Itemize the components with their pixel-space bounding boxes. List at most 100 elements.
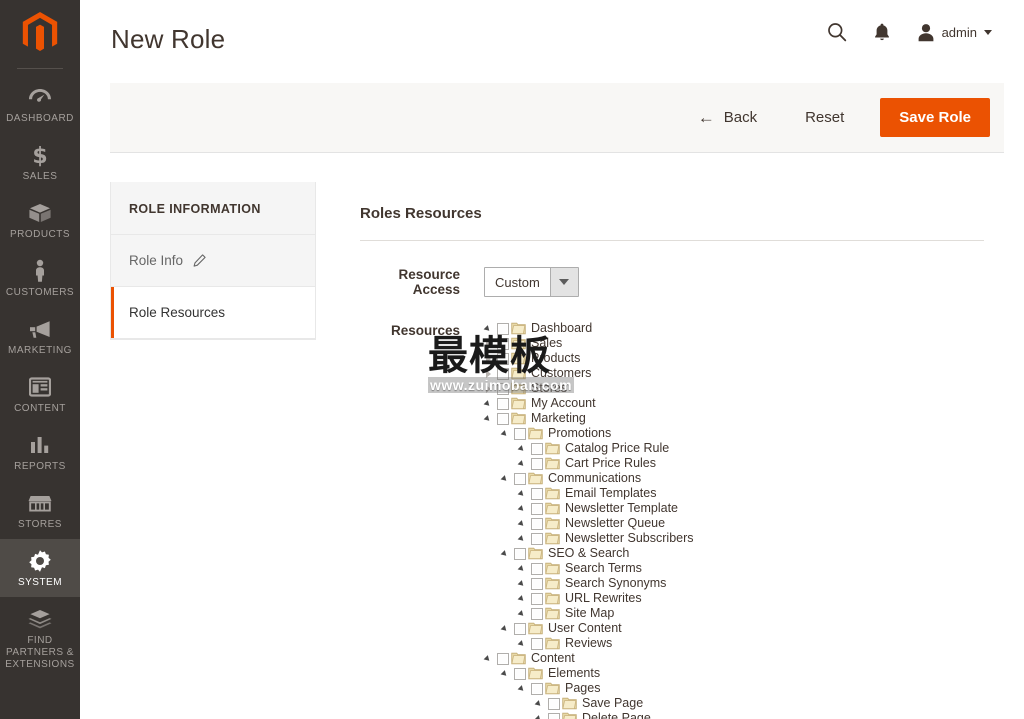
tree-expand-open-icon[interactable] [518,684,528,694]
tree-node[interactable]: Stores [484,381,694,396]
tree-node[interactable]: Content [484,651,694,666]
tree-node[interactable]: Site Map [484,606,694,621]
tree-expand-open-icon[interactable] [535,714,545,719]
tree-checkbox[interactable] [497,352,509,365]
tree-expand-open-icon[interactable] [518,444,528,454]
tree-node[interactable]: Newsletter Queue [484,516,694,531]
tree-checkbox[interactable] [497,367,509,380]
sidebar-item-find-partners-extensions[interactable]: FIND PARTNERS & EXTENSIONS [0,597,80,679]
tree-expand-closed-icon[interactable] [484,384,494,394]
sidebar-item-content[interactable]: CONTENT [0,365,80,423]
tree-node[interactable]: URL Rewrites [484,591,694,606]
tree-expand-open-icon[interactable] [518,564,528,574]
tree-checkbox[interactable] [548,712,560,719]
tree-expand-closed-icon[interactable] [484,339,494,349]
sidebar-item-role-resources[interactable]: Role Resources [111,287,315,339]
tree-expand-open-icon[interactable] [518,504,528,514]
tree-expand-open-icon[interactable] [501,669,511,679]
tree-expand-open-icon[interactable] [501,624,511,634]
tree-expand-open-icon[interactable] [518,609,528,619]
tree-node[interactable]: Newsletter Template [484,501,694,516]
tree-checkbox[interactable] [514,472,526,485]
tree-checkbox[interactable] [514,547,526,560]
tree-checkbox[interactable] [531,562,543,575]
tree-node[interactable]: Products [484,351,694,366]
tree-node[interactable]: Promotions [484,426,694,441]
tree-expand-open-icon[interactable] [518,594,528,604]
sidebar-item-reports[interactable]: REPORTS [0,423,80,481]
tree-checkbox[interactable] [531,592,543,605]
tree-node[interactable]: Delete Page [484,711,694,719]
tree-node[interactable]: Save Page [484,696,694,711]
tree-expand-open-icon[interactable] [535,699,545,709]
reset-button[interactable]: Reset [789,103,860,132]
bell-icon[interactable] [873,22,891,42]
tree-checkbox[interactable] [531,487,543,500]
sidebar-item-system[interactable]: SYSTEM [0,539,80,597]
tree-checkbox[interactable] [548,697,560,710]
resource-access-select[interactable]: Custom [484,267,579,297]
tree-expand-open-icon[interactable] [518,489,528,499]
tree-node[interactable]: Search Terms [484,561,694,576]
tree-expand-open-icon[interactable] [484,399,494,409]
sidebar-item-role-info[interactable]: Role Info [111,235,315,287]
tree-checkbox[interactable] [531,502,543,515]
tree-node[interactable]: Reviews [484,636,694,651]
tree-node[interactable]: Search Synonyms [484,576,694,591]
tree-checkbox[interactable] [514,427,526,440]
tree-checkbox[interactable] [497,322,509,335]
tree-expand-closed-icon[interactable] [484,354,494,364]
tree-expand-open-icon[interactable] [501,549,511,559]
tree-checkbox[interactable] [497,397,509,410]
tree-node[interactable]: Pages [484,681,694,696]
tree-expand-open-icon[interactable] [518,639,528,649]
sidebar-item-sales[interactable]: $ SALES [0,133,80,191]
tree-expand-open-icon[interactable] [484,324,494,334]
tree-expand-open-icon[interactable] [484,414,494,424]
tree-checkbox[interactable] [531,532,543,545]
tree-node[interactable]: Email Templates [484,486,694,501]
tree-checkbox[interactable] [497,652,509,665]
tree-node[interactable]: My Account [484,396,694,411]
tree-checkbox[interactable] [531,577,543,590]
user-menu[interactable]: admin [917,23,992,42]
sidebar-item-dashboard[interactable]: DASHBOARD [0,75,80,133]
tree-checkbox[interactable] [531,682,543,695]
tree-expand-open-icon[interactable] [518,579,528,589]
save-role-button[interactable]: Save Role [880,98,990,137]
tree-node[interactable]: Communications [484,471,694,486]
search-icon[interactable] [827,22,847,42]
tree-expand-open-icon[interactable] [501,429,511,439]
chevron-down-icon[interactable] [549,268,578,296]
tree-node[interactable]: Newsletter Subscribers [484,531,694,546]
tree-expand-open-icon[interactable] [518,519,528,529]
tree-checkbox[interactable] [497,382,509,395]
tree-checkbox[interactable] [514,622,526,635]
tree-checkbox[interactable] [531,517,543,530]
tree-expand-open-icon[interactable] [501,474,511,484]
tree-checkbox[interactable] [531,607,543,620]
tree-node[interactable]: SEO & Search [484,546,694,561]
tree-checkbox[interactable] [514,667,526,680]
sidebar-item-marketing[interactable]: MARKETING [0,307,80,365]
sidebar-item-customers[interactable]: CUSTOMERS [0,249,80,307]
back-button[interactable]: ← Back [688,103,767,132]
tree-node[interactable]: Elements [484,666,694,681]
tree-checkbox[interactable] [531,442,543,455]
tree-node[interactable]: Marketing [484,411,694,426]
tree-checkbox[interactable] [531,457,543,470]
tree-expand-open-icon[interactable] [518,459,528,469]
tree-expand-open-icon[interactable] [518,534,528,544]
magento-logo[interactable] [0,0,80,66]
tree-checkbox[interactable] [531,637,543,650]
tree-expand-closed-icon[interactable] [484,369,494,379]
sidebar-item-stores[interactable]: STORES [0,481,80,539]
tree-checkbox[interactable] [497,337,509,350]
tree-node[interactable]: Cart Price Rules [484,456,694,471]
tree-expand-open-icon[interactable] [484,654,494,664]
tree-node[interactable]: User Content [484,621,694,636]
tree-node[interactable]: Catalog Price Rule [484,441,694,456]
tree-node[interactable]: Sales [484,336,694,351]
tree-node[interactable]: Dashboard [484,321,694,336]
sidebar-item-products[interactable]: PRODUCTS [0,191,80,249]
